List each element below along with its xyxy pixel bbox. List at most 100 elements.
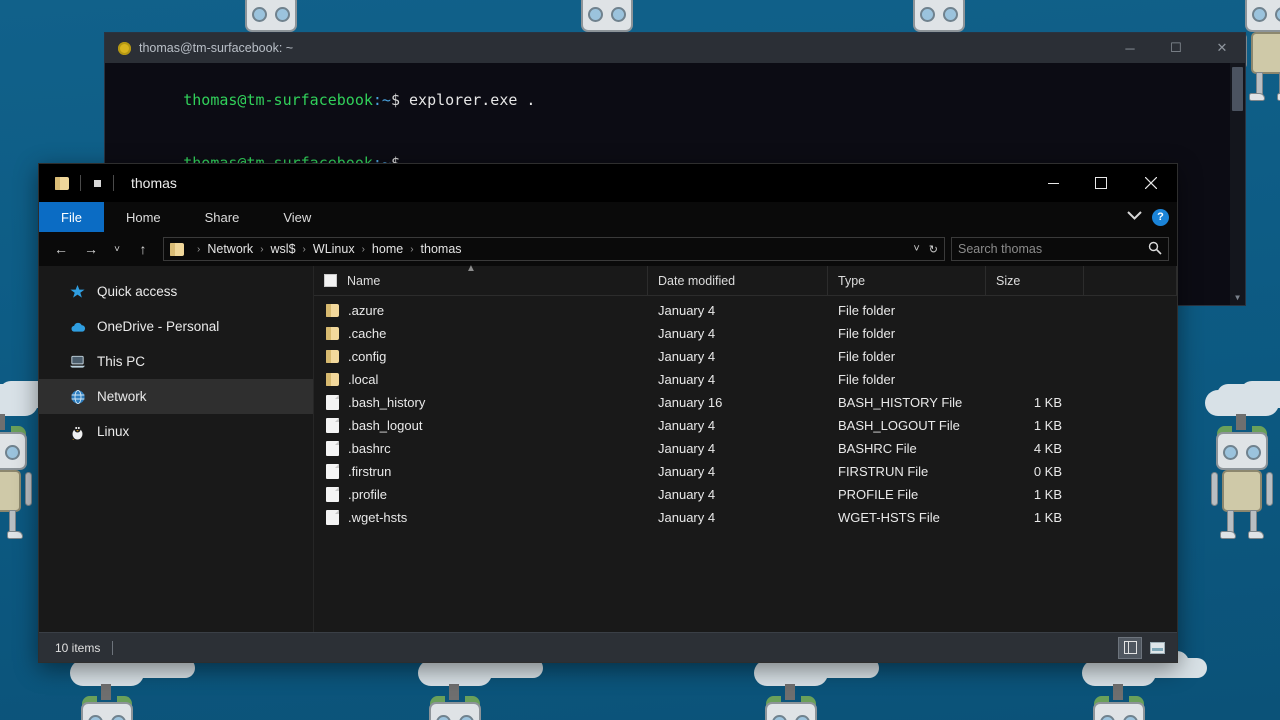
terminal-titlebar[interactable]: thomas@tm-surfacebook: ~ ─ ☐ ✕ <box>105 33 1245 63</box>
penguin-icon <box>69 423 86 440</box>
file-date: January 4 <box>648 349 828 364</box>
table-row[interactable]: .bash_history January 16 BASH_HISTORY Fi… <box>314 391 1177 414</box>
ribbon-right-controls[interactable]: ? <box>1127 202 1169 232</box>
file-date: January 4 <box>648 418 828 433</box>
search-box[interactable] <box>951 237 1169 261</box>
up-button[interactable]: ↑ <box>129 236 157 262</box>
tab-share[interactable]: Share <box>183 202 262 232</box>
view-buttons[interactable] <box>1118 637 1169 659</box>
navigation-pane[interactable]: Quick access OneDrive - Personal This PC <box>39 266 313 632</box>
column-header-type[interactable]: Type <box>828 266 986 296</box>
large-icons-view-button[interactable] <box>1145 637 1169 659</box>
star-icon <box>69 283 86 300</box>
cloud-icon <box>69 318 86 335</box>
file-date: January 4 <box>648 326 828 341</box>
sidebar-item-network[interactable]: Network <box>39 379 313 414</box>
sidebar-item-quick-access[interactable]: Quick access <box>39 274 313 309</box>
terminal-scrollbar[interactable]: ▲ ▼ <box>1230 63 1245 305</box>
breadcrumb-home[interactable]: home <box>372 242 403 256</box>
help-button[interactable]: ? <box>1152 209 1169 226</box>
column-headers[interactable]: Name ▲ Date modified Type Size <box>314 266 1177 296</box>
sidebar-item-linux[interactable]: Linux <box>39 414 313 449</box>
table-row[interactable]: .config January 4 File folder <box>314 345 1177 368</box>
file-name-cell[interactable]: .profile <box>314 487 648 502</box>
minimize-icon[interactable]: ─ <box>1107 33 1153 63</box>
file-name-cell[interactable]: .firstrun <box>314 464 648 479</box>
file-name-cell[interactable]: .bash_history <box>314 395 648 410</box>
sidebar-item-this-pc[interactable]: This PC <box>39 344 313 379</box>
file-type: File folder <box>828 326 986 341</box>
close-icon[interactable]: ✕ <box>1199 33 1245 63</box>
explorer-window-controls[interactable] <box>1029 164 1177 202</box>
sidebar-item-label: This PC <box>97 354 145 369</box>
search-icon[interactable] <box>1148 241 1162 258</box>
desktop: thomas@tm-surfacebook: ~ ─ ☐ ✕ thomas@tm… <box>0 0 1280 720</box>
file-list-pane[interactable]: Name ▲ Date modified Type Size <box>313 266 1177 632</box>
file-name-cell[interactable]: .config <box>314 349 648 364</box>
search-input[interactable] <box>958 242 1148 256</box>
table-row[interactable]: .bash_logout January 4 BASH_LOGOUT File … <box>314 414 1177 437</box>
maximize-button[interactable] <box>1077 164 1125 202</box>
item-count: 10 items <box>55 641 100 655</box>
terminal-prompt-user: thomas@tm-surfacebook <box>183 91 373 109</box>
file-name: .profile <box>348 487 387 502</box>
file-size: 1 KB <box>986 487 1084 502</box>
back-button[interactable]: ← <box>47 236 75 262</box>
ribbon-tabs[interactable]: File Home Share View ? <box>39 202 1177 232</box>
sidebar-item-onedrive[interactable]: OneDrive - Personal <box>39 309 313 344</box>
breadcrumb-network[interactable]: Network <box>207 242 253 256</box>
maximize-icon[interactable]: ☐ <box>1153 33 1199 63</box>
column-header-size[interactable]: Size <box>986 266 1084 296</box>
close-button[interactable] <box>1125 164 1177 202</box>
breadcrumb[interactable]: › Network › wsl$ › WLinux › home › thoma… <box>163 237 945 261</box>
address-bar[interactable]: ← → ˅ ↑ › Network › wsl$ › WLinux › home… <box>39 232 1177 266</box>
file-type: PROFILE File <box>828 487 986 502</box>
column-header-spacer <box>1084 266 1177 296</box>
file-name: .config <box>348 349 386 364</box>
terminal-title: thomas@tm-surfacebook: ~ <box>139 41 293 55</box>
table-row[interactable]: .cache January 4 File folder <box>314 322 1177 345</box>
chevron-down-icon[interactable]: ˅ <box>913 243 919 255</box>
column-header-date-modified[interactable]: Date modified <box>648 266 828 296</box>
tab-home[interactable]: Home <box>104 202 183 232</box>
details-view-button[interactable] <box>1118 637 1142 659</box>
scrollbar-thumb[interactable] <box>1232 67 1243 111</box>
file-name-cell[interactable]: .local <box>314 372 648 387</box>
address-bar-actions[interactable]: ˅ ↻ <box>905 243 938 256</box>
breadcrumb-wlinux[interactable]: WLinux <box>313 242 355 256</box>
refresh-icon[interactable]: ↻ <box>929 243 938 256</box>
forward-button[interactable]: → <box>77 236 105 262</box>
properties-icon[interactable] <box>86 171 108 195</box>
file-date: January 4 <box>648 464 828 479</box>
file-name-cell[interactable]: .cache <box>314 326 648 341</box>
file-name-cell[interactable]: .azure <box>314 303 648 318</box>
wallpaper-robot <box>752 660 830 720</box>
select-all-checkbox[interactable] <box>324 274 337 287</box>
table-row[interactable]: .bashrc January 4 BASHRC File 4 KB <box>314 437 1177 460</box>
tab-file[interactable]: File <box>39 202 104 232</box>
file-date: January 4 <box>648 372 828 387</box>
file-size: 1 KB <box>986 510 1084 525</box>
table-row[interactable]: .azure January 4 File folder <box>314 299 1177 322</box>
explorer-titlebar[interactable]: thomas <box>39 164 1177 202</box>
recent-locations-button[interactable]: ˅ <box>107 236 127 262</box>
table-row[interactable]: .wget-hsts January 4 WGET-HSTS File 1 KB <box>314 506 1177 529</box>
terminal-window-controls[interactable]: ─ ☐ ✕ <box>1107 33 1245 63</box>
file-name-cell[interactable]: .wget-hsts <box>314 510 648 525</box>
chevron-down-icon[interactable] <box>1127 211 1142 223</box>
breadcrumb-thomas[interactable]: thomas <box>421 242 462 256</box>
table-row[interactable]: .local January 4 File folder <box>314 368 1177 391</box>
table-row[interactable]: .profile January 4 PROFILE File 1 KB <box>314 483 1177 506</box>
quick-access-toolbar[interactable] <box>39 170 119 196</box>
breadcrumb-wsl[interactable]: wsl$ <box>271 242 296 256</box>
folder-icon[interactable] <box>49 170 75 196</box>
minimize-button[interactable] <box>1029 164 1077 202</box>
table-row[interactable]: .firstrun January 4 FIRSTRUN File 0 KB <box>314 460 1177 483</box>
file-name-cell[interactable]: .bashrc <box>314 441 648 456</box>
scroll-down-icon[interactable]: ▼ <box>1230 291 1245 305</box>
file-explorer-window[interactable]: thomas File Home Share View <box>38 163 1178 663</box>
column-header-name[interactable]: Name ▲ <box>314 266 648 296</box>
file-rows[interactable]: .azure January 4 File folder .cache Janu… <box>314 296 1177 632</box>
tab-view[interactable]: View <box>261 202 333 232</box>
file-name-cell[interactable]: .bash_logout <box>314 418 648 433</box>
